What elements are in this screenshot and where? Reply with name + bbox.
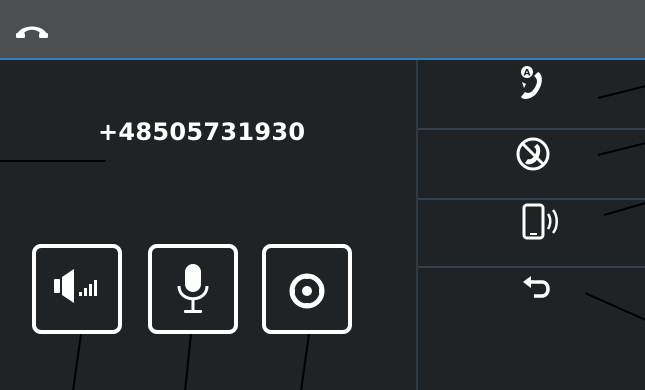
top-bar — [0, 0, 645, 58]
vibrate-icon[interactable] — [520, 202, 564, 242]
topbar-divider — [0, 58, 645, 60]
option-separator — [418, 198, 645, 200]
call-screen: +48505731930 A — [0, 0, 645, 390]
auto-answer-callout-line — [597, 84, 645, 99]
microphone-callout-line — [183, 334, 192, 390]
microphone-button[interactable] — [148, 244, 238, 334]
auto-answer-icon[interactable]: A — [516, 64, 556, 102]
option-separator — [418, 266, 645, 268]
caller-number: +48505731930 — [98, 118, 306, 146]
panel-divider — [416, 60, 418, 390]
back-callout-line — [584, 292, 645, 324]
speaker-callout-line — [71, 334, 82, 390]
speaker-button[interactable] — [32, 244, 122, 334]
keypad-button[interactable] — [262, 244, 352, 334]
call-block-icon[interactable] — [513, 134, 553, 174]
option-separator — [418, 128, 645, 130]
microphone-icon — [177, 264, 209, 313]
svg-text:A: A — [524, 69, 531, 79]
back-icon[interactable] — [520, 276, 556, 304]
hangup-icon[interactable] — [14, 20, 50, 40]
speaker-icon — [54, 269, 97, 303]
keypad-icon — [289, 273, 325, 309]
keypad-callout-line — [299, 334, 310, 390]
vibrate-callout-line — [603, 201, 645, 216]
number-callout-line — [0, 160, 106, 162]
call-block-callout-line — [597, 141, 645, 156]
